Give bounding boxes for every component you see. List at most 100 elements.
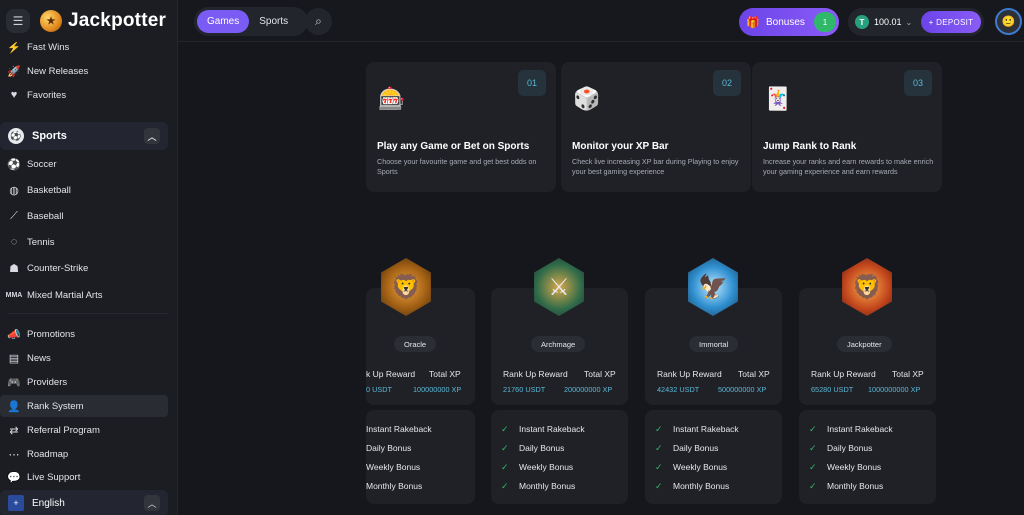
sidebar-item-tennis[interactable]: ◌ Tennis <box>0 231 168 253</box>
rank-name: Jackpotter <box>837 336 892 352</box>
sidebar-item-label: Rank System <box>27 400 84 412</box>
perk-item: ✓Instant Rakeback <box>366 422 432 436</box>
immortal-badge-icon: 🦅 <box>684 258 742 316</box>
perk-item: ✓Daily Bonus <box>809 441 872 455</box>
sidebar-item-label: Tennis <box>27 236 55 248</box>
tab-games[interactable]: Games <box>197 10 250 33</box>
perk-item: ✓Monthly Bonus <box>366 479 422 493</box>
perk-item: ✓Monthly Bonus <box>655 479 729 493</box>
rank-reward-value: 42432 USDT <box>657 385 700 394</box>
share-icon: ⇄ <box>9 424 19 437</box>
sidebar-item-label: Favorites <box>27 89 67 101</box>
step-card-2: 02 🎲 Monitor your XP Bar Check live incr… <box>561 62 751 192</box>
step-number: 03 <box>904 70 932 96</box>
logo-icon: ★ <box>40 10 62 32</box>
soccer-ball-icon: ⚽ <box>8 128 24 144</box>
search-icon[interactable]: ⌕ <box>305 8 332 35</box>
sidebar-item-label: Providers <box>27 376 68 388</box>
perk-label: Monthly Bonus <box>827 481 884 491</box>
perk-label: Daily Bonus <box>366 443 412 453</box>
rank-reward-value: 21760 USDT <box>503 385 546 394</box>
sidebar-item-baseball[interactable]: ⟋ Baseball <box>0 205 168 227</box>
checkmark-icon: ✓ <box>501 461 509 472</box>
bonuses-count-badge: 1 <box>814 12 836 32</box>
sidebar-item-referral-program[interactable]: ⇄ Referral Program <box>0 419 168 441</box>
perk-label: Daily Bonus <box>519 443 565 453</box>
deposit-button[interactable]: + DEPOSIT <box>921 11 981 33</box>
sidebar-item-soccer[interactable]: ⚽ Soccer <box>0 153 168 175</box>
language-selector[interactable]: + English ︿ <box>0 490 168 515</box>
sidebar-item-basketball[interactable]: ◍ Basketball <box>0 179 168 201</box>
soccer-ball-icon: ⚽ <box>7 158 21 171</box>
balance-amount: 100.01 <box>874 17 902 27</box>
sidebar-item-rank-system[interactable]: 👤 Rank System <box>0 395 168 417</box>
sidebar-item-label: Roadmap <box>27 448 69 460</box>
step-description: Increase your ranks and earn rewards to … <box>763 157 934 176</box>
sidebar-item-live-support[interactable]: 💬 Live Support <box>0 466 168 488</box>
sidebar-item-roadmap[interactable]: ⋯ Roadmap <box>0 443 168 465</box>
bonuses-button[interactable]: 🎁 Bonuses 1 <box>739 8 839 36</box>
avatar[interactable]: 🙂 <box>995 8 1022 35</box>
chevron-up-icon[interactable]: ︿ <box>144 128 160 144</box>
language-label: English <box>32 497 65 509</box>
game-sport-tabs: Games Sports <box>194 7 308 36</box>
rocket-icon: 🚀 <box>7 65 21 78</box>
poker-table-icon: 🃏 <box>764 86 792 111</box>
perks-card-jackpotter: ✓ Instant Rakeback ✓ Daily Bonus ✓ Weekly B… <box>799 410 936 504</box>
rank-reward-label: Rank Up Reward <box>657 369 722 379</box>
sports-section-header[interactable]: ⚽ Sports ︿ <box>0 122 168 150</box>
baseball-bat-icon: ⟋ <box>10 209 18 222</box>
tab-sports[interactable]: Sports <box>249 10 298 33</box>
perks-card-oracle: ✓Instant Rakeback ✓Daily Bonus ✓Weekly B… <box>366 410 475 504</box>
perk-item: ✓ Weekly Bonus <box>809 460 881 474</box>
step-title: Monitor your XP Bar <box>572 141 669 152</box>
perk-label: Weekly Bonus <box>827 462 882 472</box>
sidebar-item-providers[interactable]: 🎮 Providers <box>0 371 168 393</box>
perk-label: Weekly Bonus <box>366 462 421 472</box>
perks-card-immortal: ✓ Instant Rakeback ✓ Daily Bonus ✓ Weekly B… <box>645 410 782 504</box>
sidebar-item-counter-strike[interactable]: ☗ Counter-Strike <box>0 257 168 279</box>
checkmark-icon: ✓ <box>809 442 817 453</box>
bonuses-label: Bonuses <box>766 16 805 28</box>
chevron-down-icon[interactable]: ⌄ <box>906 18 913 27</box>
rank-total-value: 500000000 XP <box>718 385 767 394</box>
sidebar-item-favorites[interactable]: ♥ Favorites <box>0 84 168 106</box>
checkmark-icon: ✓ <box>809 461 817 472</box>
brand-name[interactable]: Jackpotter <box>68 10 166 32</box>
heart-icon: ♥ <box>10 89 18 101</box>
chevron-up-icon[interactable]: ︿ <box>144 495 160 511</box>
divider <box>8 313 168 314</box>
perk-item: ✓Monthly Bonus <box>501 479 575 493</box>
rank-total-label: Total XP <box>738 369 770 379</box>
rank-total-label: Total XP <box>584 369 616 379</box>
sidebar-item-new-releases[interactable]: 🚀 New Releases <box>0 60 168 82</box>
perk-label: Monthly Bonus <box>519 481 576 491</box>
perk-item: ✓ Weekly Bonus <box>501 460 573 474</box>
perk-label: Daily Bonus <box>673 443 719 453</box>
sidebar-item-label: New Releases <box>27 65 89 77</box>
sidebar-item-promotions[interactable]: 📣 Promotions <box>0 323 168 345</box>
perk-item: ✓Instant Rakeback <box>655 422 739 436</box>
step-card-1: 01 🎰 Play any Game or Bet on Sports Choo… <box>366 62 556 192</box>
rank-reward-value: 0 USDT <box>366 385 392 394</box>
wallet-balance[interactable]: T 100.01 ⌄ + DEPOSIT <box>848 8 984 36</box>
bolt-icon: ⚡ <box>7 41 21 54</box>
rank-total-label: Total XP <box>892 369 924 379</box>
sidebar-item-mma[interactable]: MMA Mixed Martial Arts <box>0 284 168 306</box>
rank-name: Immortal <box>689 336 739 352</box>
rank-reward-value: 65280 USDT <box>811 385 854 394</box>
sidebar: ☰ ★ Jackpotter ⚡ Fast Wins 🚀 New Release… <box>0 0 178 515</box>
sidebar-item-label: Basketball <box>27 184 71 196</box>
sports-header-label: Sports <box>32 130 67 142</box>
perk-item: ✓Daily Bonus <box>366 441 411 455</box>
perk-label: Instant Rakeback <box>827 424 893 434</box>
perk-item: ✓Monthly Bonus <box>809 479 883 493</box>
step-number: 01 <box>518 70 546 96</box>
perk-label: Instant Rakeback <box>366 424 432 434</box>
sidebar-item-label: News <box>27 352 51 364</box>
sidebar-item-news[interactable]: ▤ News <box>0 347 168 369</box>
perk-item: ✓Instant Rakeback <box>809 422 893 436</box>
checkmark-icon: ✓ <box>501 442 509 453</box>
step-title: Play any Game or Bet on Sports <box>377 141 530 152</box>
menu-toggle-icon[interactable]: ☰ <box>6 9 30 33</box>
